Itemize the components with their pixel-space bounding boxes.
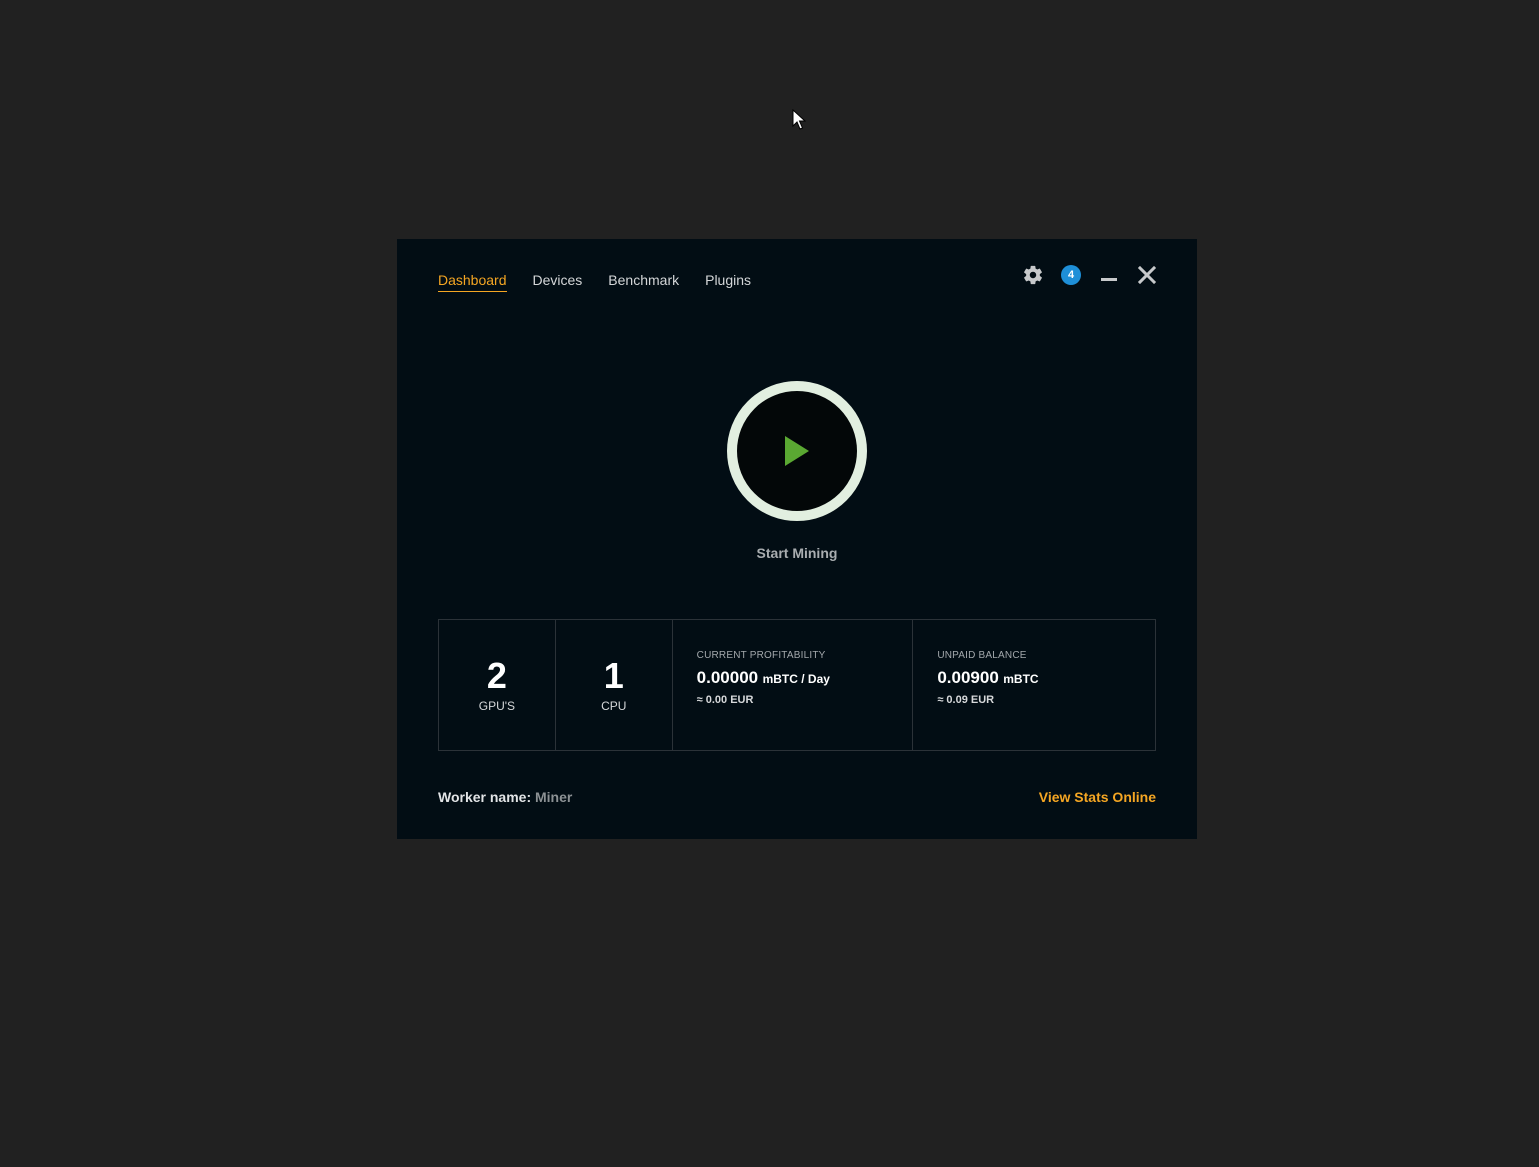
profitability-cell: CURRENT PROFITABILITY 0.00000 mBTC / Day… [673,620,914,750]
profitability-unit: mBTC / Day [762,672,830,686]
balance-line: 0.00900 mBTC [937,668,1155,688]
cpu-count-cell: 1 CPU [556,620,673,750]
profitability-line: 0.00000 mBTC / Day [697,668,913,688]
start-mining-button[interactable] [727,381,867,521]
balance-value: 0.00900 [937,668,999,687]
close-button[interactable] [1135,263,1159,287]
play-icon [785,436,809,466]
minimize-icon [1101,278,1117,281]
worker-name-label: Worker name: [438,789,532,805]
start-area: Start Mining [397,381,1197,561]
worker-name: Worker name: Miner [438,789,572,805]
gpu-count-label: GPU'S [478,699,516,713]
desktop: Dashboard Devices Benchmark Plugins 4 St… [0,0,1539,1167]
minimize-button[interactable] [1097,263,1121,287]
cpu-count-value: 1 [603,655,624,696]
tab-plugins[interactable]: Plugins [705,271,751,292]
cpu-count-label: CPU [601,699,627,713]
gear-icon [1024,265,1042,285]
profitability-title: CURRENT PROFITABILITY [696,650,826,661]
balance-unit: mBTC [1003,672,1039,686]
worker-name-value: Miner [535,789,573,805]
settings-button[interactable] [1021,263,1045,287]
gpu-count-cell: 2 GPU'S [439,620,556,750]
gpu-count-value: 2 [486,655,507,696]
profitability-value: 0.00000 [696,668,759,687]
close-icon [1138,266,1156,284]
balance-cell: UNPAID BALANCE 0.00900 mBTC ≈ 0.09 EUR [913,620,1155,750]
notification-badge: 4 [1061,265,1081,285]
view-stats-online-link[interactable]: View Stats Online [1039,789,1156,805]
tab-dashboard[interactable]: Dashboard [438,271,507,292]
balance-eur: ≈ 0.09 EUR [937,694,995,706]
profitability-eur: ≈ 0.00 EUR [696,694,754,706]
tab-devices[interactable]: Devices [533,271,583,292]
tab-benchmark[interactable]: Benchmark [608,271,679,292]
main-nav: Dashboard Devices Benchmark Plugins [438,271,751,292]
app-window: Dashboard Devices Benchmark Plugins 4 St… [397,239,1197,839]
balance-title: UNPAID BALANCE [937,650,1027,661]
notifications-button[interactable]: 4 [1059,263,1083,287]
mouse-cursor-icon [792,109,806,130]
start-mining-label: Start Mining [756,545,838,561]
window-controls: 4 [1021,263,1159,287]
stats-panel: 2 GPU'S 1 CPU CURRENT PROFITABILITY 0.00… [438,619,1156,751]
